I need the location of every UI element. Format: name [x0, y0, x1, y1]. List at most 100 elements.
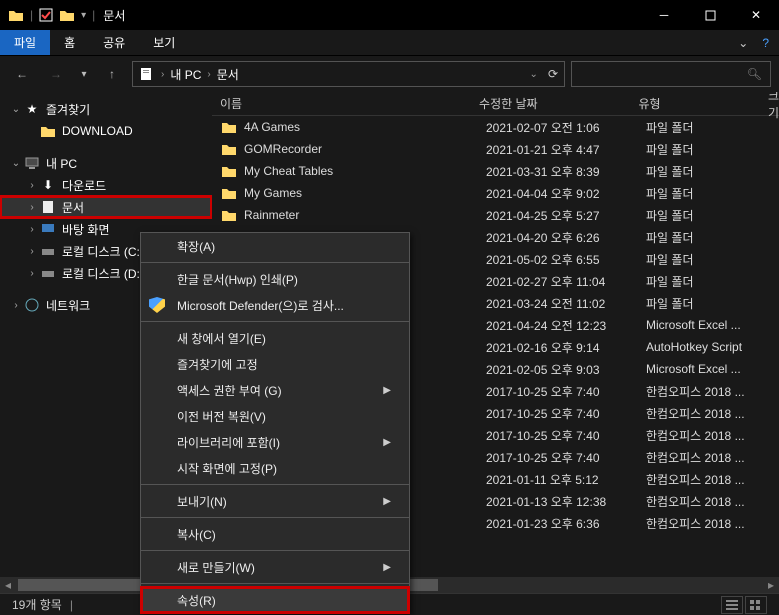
menu-new[interactable]: 새로 만들기(W)▶ [141, 554, 409, 580]
address-bar[interactable]: › 내 PC › 문서 ⌄ ⟳ [132, 61, 565, 87]
menu-defender-scan[interactable]: Microsoft Defender(으)로 검사... [141, 292, 409, 318]
menu-send-to[interactable]: 보내기(N)▶ [141, 488, 409, 514]
documents-icon [40, 199, 56, 215]
nav-downloads[interactable]: › ⬇ 다운로드 [0, 174, 212, 196]
pc-icon [24, 155, 40, 171]
file-date: 2017-10-25 오후 7:40 [486, 427, 646, 444]
documents-icon [139, 66, 155, 82]
file-date: 2021-03-31 오후 8:39 [486, 163, 646, 180]
file-date: 2021-02-07 오전 1:06 [486, 119, 646, 136]
file-type: 파일 폴더 [646, 273, 776, 290]
file-name: Rainmeter [244, 208, 486, 222]
file-row[interactable]: My Cheat Tables2021-03-31 오후 8:39파일 폴더 [212, 160, 779, 182]
file-name: My Games [244, 186, 486, 200]
drive-icon [40, 265, 56, 281]
folder-small-icon [59, 7, 75, 23]
folder-icon [40, 123, 56, 139]
menu-expand[interactable]: 확장(A) [141, 233, 409, 259]
tab-share[interactable]: 공유 [89, 30, 139, 55]
menu-pin-quick[interactable]: 즐겨찾기에 고정 [141, 351, 409, 377]
nav-label: 다운로드 [62, 177, 106, 194]
search-icon: 🔍︎ [747, 67, 762, 81]
ribbon-tabs: 파일 홈 공유 보기 ⌄ ? [0, 30, 779, 56]
title-bar: | ▾ | 문서 ─ ✕ [0, 0, 779, 30]
nav-label: DOWNLOAD [62, 124, 133, 138]
file-date: 2021-01-21 오후 4:47 [486, 141, 646, 158]
file-date: 2017-10-25 오후 7:40 [486, 383, 646, 400]
view-details-button[interactable] [721, 596, 743, 614]
file-row[interactable]: Rainmeter2021-04-25 오후 5:27파일 폴더 [212, 204, 779, 226]
menu-properties[interactable]: 속성(R) [141, 587, 409, 613]
minimize-button[interactable]: ─ [641, 0, 687, 30]
folder-icon [220, 141, 238, 157]
history-dropdown[interactable]: ▾ [76, 60, 92, 88]
tab-home[interactable]: 홈 [50, 30, 89, 55]
file-date: 2021-01-11 오후 5:12 [486, 471, 646, 488]
menu-include-library[interactable]: 라이브러리에 포함(I)▶ [141, 429, 409, 455]
up-button[interactable]: ↑ [98, 60, 126, 88]
file-type: 한컴오피스 2018 ... [646, 449, 776, 466]
chevron-right-icon[interactable]: › [207, 69, 210, 80]
refresh-icon[interactable]: ⟳ [548, 67, 558, 81]
view-icons-button[interactable] [745, 596, 767, 614]
file-date: 2021-04-04 오후 9:02 [486, 185, 646, 202]
folder-icon [220, 207, 238, 223]
nav-label: 바탕 화면 [62, 221, 110, 238]
item-count: 19개 항목 [12, 596, 62, 613]
file-type: AutoHotkey Script [646, 340, 776, 354]
menu-hwp-print[interactable]: 한글 문서(Hwp) 인쇄(P) [141, 266, 409, 292]
scroll-left-icon[interactable]: ◂ [0, 577, 16, 593]
tab-view[interactable]: 보기 [139, 30, 189, 55]
file-date: 2017-10-25 오후 7:40 [486, 405, 646, 422]
file-type: 한컴오피스 2018 ... [646, 427, 776, 444]
search-input[interactable]: 🔍︎ [571, 61, 771, 87]
maximize-button[interactable] [687, 0, 733, 30]
file-date: 2021-05-02 오후 6:55 [486, 251, 646, 268]
file-row[interactable]: 4A Games2021-02-07 오전 1:06파일 폴더 [212, 116, 779, 138]
dropdown-icon[interactable]: ▾ [81, 10, 86, 21]
address-dropdown-icon[interactable]: ⌄ [530, 69, 538, 80]
menu-access-grant[interactable]: 액세스 권한 부여 (G)▶ [141, 377, 409, 403]
ribbon-expand-icon[interactable]: ⌄ [738, 36, 748, 50]
help-icon[interactable]: ? [762, 36, 769, 50]
menu-copy[interactable]: 복사(C) [141, 521, 409, 547]
chevron-right-icon[interactable]: › [161, 69, 164, 80]
nav-quick-access[interactable]: ⌄ ★ 즐겨찾기 [0, 98, 212, 120]
file-type: 파일 폴더 [646, 141, 776, 158]
col-date[interactable]: 수정한 날짜 [479, 95, 638, 112]
checkbox-icon[interactable] [39, 8, 53, 22]
submenu-arrow-icon: ▶ [383, 437, 391, 448]
drive-icon [40, 243, 56, 259]
file-date: 2021-02-16 오후 9:14 [486, 339, 646, 356]
nav-this-pc[interactable]: ⌄ 내 PC [0, 152, 212, 174]
tab-file[interactable]: 파일 [0, 30, 50, 55]
nav-toolbar: ← → ▾ ↑ › 내 PC › 문서 ⌄ ⟳ 🔍︎ [0, 56, 779, 92]
file-row[interactable]: My Games2021-04-04 오후 9:02파일 폴더 [212, 182, 779, 204]
file-type: 파일 폴더 [646, 207, 776, 224]
forward-button[interactable]: → [42, 60, 70, 88]
back-button[interactable]: ← [8, 60, 36, 88]
col-type[interactable]: 유형 [638, 95, 768, 112]
menu-restore-prev[interactable]: 이전 버전 복원(V) [141, 403, 409, 429]
context-menu: 확장(A) 한글 문서(Hwp) 인쇄(P) Microsoft Defende… [140, 232, 410, 614]
col-name[interactable]: 이름 [220, 95, 479, 112]
file-type: 파일 폴더 [646, 163, 776, 180]
desktop-icon [40, 221, 56, 237]
file-type: 파일 폴더 [646, 119, 776, 136]
breadcrumb-current[interactable]: 문서 [217, 66, 239, 83]
nav-label: 내 PC [46, 155, 77, 172]
file-type: Microsoft Excel ... [646, 362, 776, 376]
file-type: 파일 폴더 [646, 295, 776, 312]
menu-new-window[interactable]: 새 창에서 열기(E) [141, 325, 409, 351]
submenu-arrow-icon: ▶ [383, 385, 391, 396]
close-button[interactable]: ✕ [733, 0, 779, 30]
scroll-right-icon[interactable]: ▸ [763, 577, 779, 593]
nav-documents[interactable]: › 문서 [0, 196, 212, 218]
file-type: 파일 폴더 [646, 251, 776, 268]
nav-download-folder[interactable]: DOWNLOAD [0, 120, 212, 142]
breadcrumb-root[interactable]: 내 PC [170, 66, 201, 83]
file-type: Microsoft Excel ... [646, 318, 776, 332]
file-date: 2021-01-13 오후 12:38 [486, 493, 646, 510]
menu-pin-start[interactable]: 시작 화면에 고정(P) [141, 455, 409, 481]
file-row[interactable]: GOMRecorder2021-01-21 오후 4:47파일 폴더 [212, 138, 779, 160]
